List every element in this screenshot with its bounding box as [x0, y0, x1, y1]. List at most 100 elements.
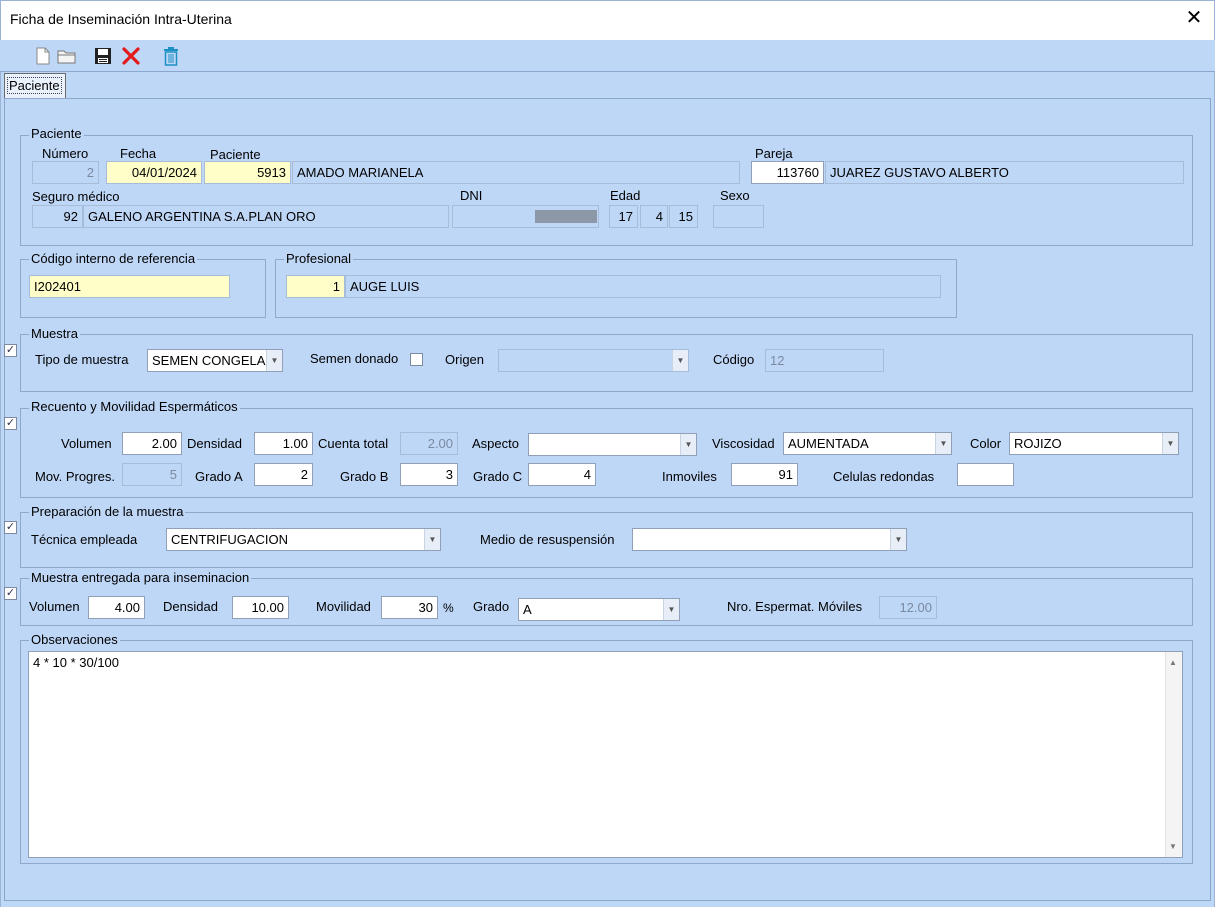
- tecnica-label: Técnica empleada: [31, 532, 138, 547]
- observaciones-scrollbar[interactable]: ▲ ▼: [1165, 652, 1182, 857]
- inmoviles-input[interactable]: 91: [731, 463, 798, 486]
- entregada-densidad-label: Densidad: [163, 599, 218, 614]
- medio-select[interactable]: ▼: [632, 528, 907, 551]
- percent-label: %: [443, 601, 454, 615]
- chevron-down-icon: ▼: [680, 434, 696, 455]
- nro-espermat-field: 12.00: [879, 596, 937, 619]
- recuento-checkbox[interactable]: ✓: [4, 417, 17, 430]
- tecnica-select[interactable]: CENTRIFUGACION ▼: [166, 528, 441, 551]
- tab-paciente-label: Paciente: [7, 77, 62, 94]
- scroll-down-icon[interactable]: ▼: [1169, 842, 1177, 851]
- pareja-label: Pareja: [755, 146, 793, 161]
- tab-paciente[interactable]: Paciente: [4, 73, 66, 99]
- observaciones-text: 4 * 10 * 30/100: [33, 655, 120, 670]
- chevron-down-icon: ▼: [1162, 433, 1178, 454]
- densidad-label: Densidad: [187, 436, 242, 451]
- close-button[interactable]: ✕: [1183, 7, 1205, 29]
- open-button[interactable]: [56, 44, 78, 68]
- semen-donado-label: Semen donado: [310, 351, 399, 366]
- fecha-field[interactable]: 04/01/2024: [106, 161, 202, 184]
- profesional-id-field[interactable]: 1: [286, 275, 345, 298]
- seguro-label: Seguro médico: [32, 189, 120, 204]
- viscosidad-value: AUMENTADA: [788, 436, 869, 451]
- grado-c-label: Grado C: [473, 469, 523, 484]
- edad-dias-field: 15: [669, 205, 698, 228]
- codigo-label: Código: [713, 352, 755, 367]
- codigo-interno-input[interactable]: I202401: [29, 275, 230, 298]
- grado-c-input[interactable]: 4: [528, 463, 596, 486]
- dni-redacted: [535, 210, 597, 223]
- tipo-muestra-select[interactable]: SEMEN CONGELA ▼: [147, 349, 283, 372]
- chevron-down-icon: ▼: [424, 529, 440, 550]
- entregada-densidad-input[interactable]: 10.00: [232, 596, 289, 619]
- movilidad-label: Movilidad: [316, 599, 371, 614]
- cancel-x-icon: [122, 47, 140, 65]
- paciente-id-field[interactable]: 5913: [204, 161, 291, 184]
- chevron-down-icon: ▼: [663, 599, 679, 620]
- entregada-legend: Muestra entregada para inseminacion: [29, 570, 252, 585]
- pareja-id-field[interactable]: 113760: [751, 161, 824, 184]
- entregada-volumen-label: Volumen: [29, 599, 80, 614]
- viscosidad-select[interactable]: AUMENTADA ▼: [783, 432, 952, 455]
- semen-donado-checkbox[interactable]: [410, 353, 423, 366]
- window-title: Ficha de Inseminación Intra-Uterina: [10, 11, 232, 27]
- grado-b-input[interactable]: 3: [400, 463, 458, 486]
- edad-anios-field: 17: [609, 205, 638, 228]
- mov-progres-label: Mov. Progres.: [35, 469, 115, 484]
- entregada-grado-value: A: [523, 602, 532, 617]
- fecha-label: Fecha: [120, 146, 157, 161]
- color-select[interactable]: ROJIZO ▼: [1009, 432, 1179, 455]
- observaciones-textarea[interactable]: 4 * 10 * 30/100 ▲ ▼: [28, 651, 1183, 858]
- paciente-group: [20, 135, 1193, 246]
- cuenta-total-field: 2.00: [400, 432, 458, 455]
- dni-label: DNI: [460, 188, 483, 203]
- celulas-input[interactable]: [957, 463, 1014, 486]
- cuenta-total-label: Cuenta total: [318, 436, 389, 451]
- inmoviles-label: Inmoviles: [662, 469, 717, 484]
- numero-label: Número: [42, 146, 89, 161]
- toolbar: [0, 40, 1215, 72]
- delete-button[interactable]: [160, 44, 182, 68]
- seguro-id-field: 92: [32, 205, 83, 228]
- entregada-grado-select[interactable]: A ▼: [518, 598, 680, 621]
- entregada-grado-label: Grado: [473, 599, 510, 614]
- recuento-legend: Recuento y Movilidad Espermáticos: [29, 399, 240, 414]
- densidad-input[interactable]: 1.00: [254, 432, 313, 455]
- origen-label: Origen: [445, 352, 485, 367]
- profesional-nombre-field: AUGE LUIS: [345, 275, 941, 298]
- medio-label: Medio de resuspensión: [480, 532, 615, 547]
- grado-a-label: Grado A: [195, 469, 243, 484]
- sexo-field: [713, 205, 764, 228]
- paciente-legend: Paciente: [29, 126, 84, 141]
- tipo-muestra-value: SEMEN CONGELA: [152, 353, 266, 368]
- scroll-up-icon[interactable]: ▲: [1169, 658, 1177, 667]
- cancel-button[interactable]: [120, 44, 142, 68]
- save-button[interactable]: [92, 44, 114, 68]
- tecnica-value: CENTRIFUGACION: [171, 532, 288, 547]
- entregada-checkbox[interactable]: ✓: [4, 587, 17, 600]
- trash-icon: [164, 47, 178, 66]
- grado-b-label: Grado B: [340, 469, 389, 484]
- chevron-down-icon: ▼: [672, 350, 688, 371]
- edad-meses-field: 4: [640, 205, 668, 228]
- preparacion-checkbox[interactable]: ✓: [4, 521, 17, 534]
- dni-field: [452, 205, 599, 228]
- color-label: Color: [970, 436, 1002, 451]
- movilidad-input[interactable]: 30: [381, 596, 438, 619]
- viscosidad-label: Viscosidad: [712, 436, 775, 451]
- open-folder-icon: [57, 50, 76, 64]
- nro-espermat-label: Nro. Espermat. Móviles: [727, 599, 863, 614]
- muestra-legend: Muestra: [29, 326, 80, 341]
- codigo-interno-legend: Código interno de referencia: [29, 251, 198, 266]
- aspecto-select[interactable]: ▼: [528, 433, 697, 456]
- observaciones-legend: Observaciones: [29, 632, 120, 647]
- entregada-volumen-input[interactable]: 4.00: [88, 596, 145, 619]
- grado-a-input[interactable]: 2: [254, 463, 313, 486]
- new-button[interactable]: [32, 44, 54, 68]
- origen-select[interactable]: ▼: [498, 349, 689, 372]
- celulas-label: Celulas redondas: [833, 469, 935, 484]
- volumen-label: Volumen: [61, 436, 112, 451]
- muestra-checkbox[interactable]: ✓: [4, 344, 17, 357]
- volumen-input[interactable]: 2.00: [122, 432, 182, 455]
- save-icon: [95, 48, 111, 64]
